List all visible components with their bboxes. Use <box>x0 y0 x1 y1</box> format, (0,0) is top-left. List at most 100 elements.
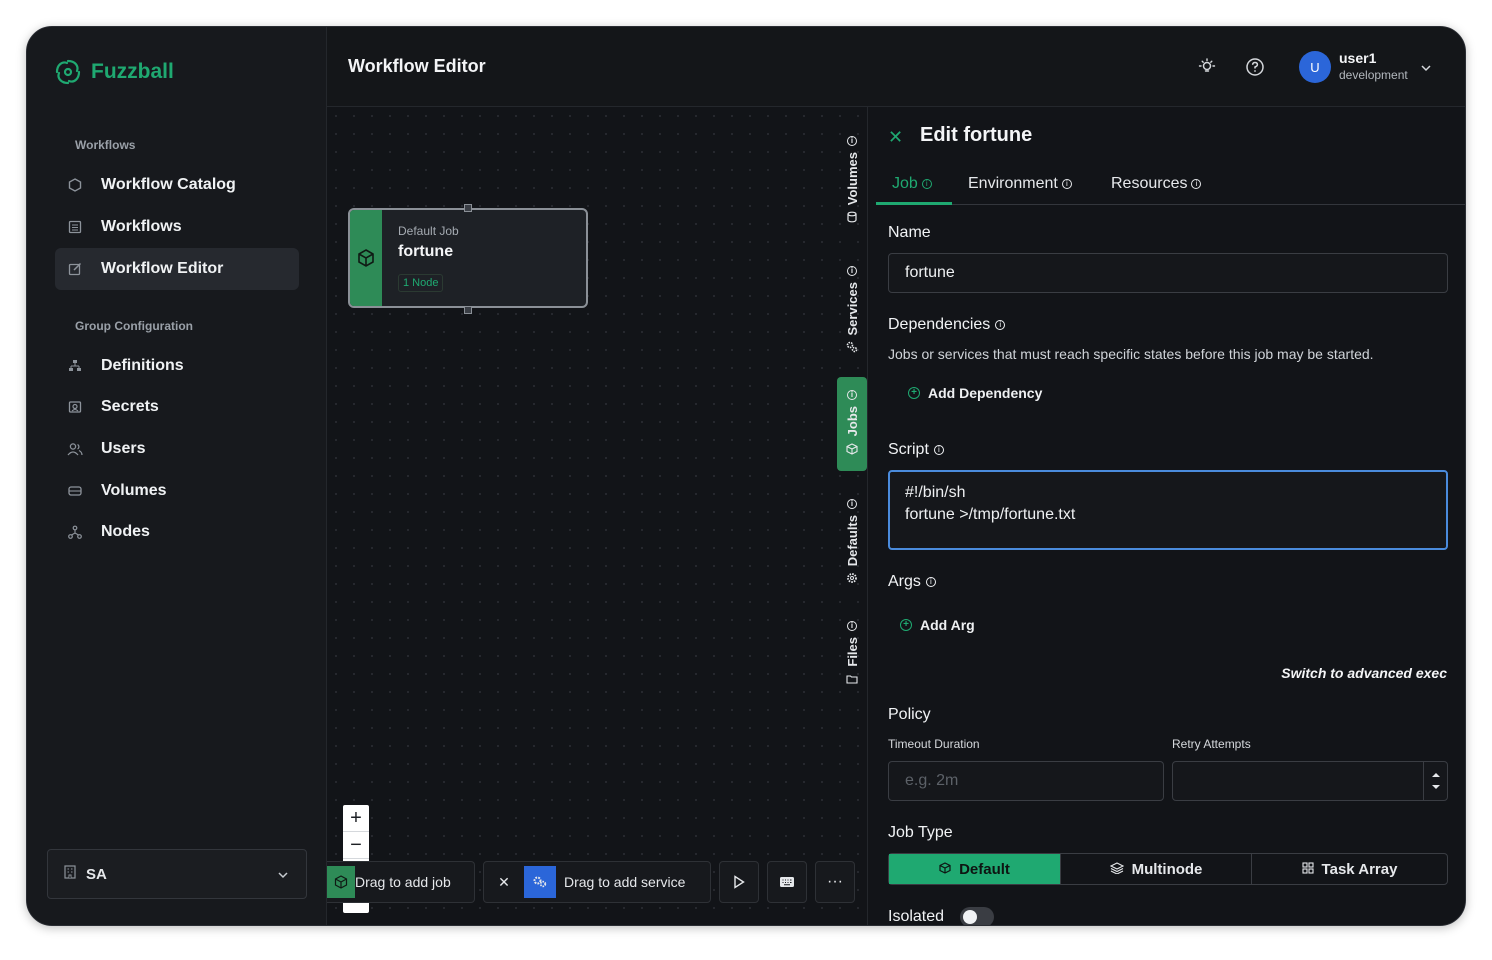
timeout-input[interactable]: e.g. 2m <box>888 761 1164 801</box>
run-button[interactable] <box>719 861 759 903</box>
job-type-default[interactable]: Default <box>889 854 1061 884</box>
tab-label: Resources <box>1111 175 1188 192</box>
job-type-task-array[interactable]: Task Array <box>1252 854 1447 884</box>
edit-panel: ✕ Edit fortune Job i Environment i Resou… <box>867 107 1465 925</box>
side-tab-label: Volumes <box>844 151 860 206</box>
side-tab-services[interactable]: i Services <box>837 259 867 363</box>
add-job-label: Drag to add job <box>355 874 451 890</box>
users-icon <box>67 441 83 457</box>
job-type-label: Job Type <box>888 824 953 841</box>
name-input[interactable]: fortune <box>888 253 1448 293</box>
side-tab-label: Files <box>844 636 860 667</box>
zoom-out-button[interactable]: − <box>343 832 369 859</box>
group-selector[interactable]: SA <box>47 849 307 899</box>
database-icon <box>846 211 858 226</box>
logo[interactable]: Fuzzball <box>53 57 174 87</box>
keyboard-button[interactable] <box>767 861 807 903</box>
sidebar-item-workflow-catalog[interactable]: Workflow Catalog <box>55 164 299 206</box>
side-tab-label: Jobs <box>844 406 860 437</box>
list-icon <box>67 219 83 235</box>
info-icon: i <box>1061 179 1072 189</box>
node-bottom-handle[interactable] <box>464 306 472 314</box>
side-tab-defaults[interactable]: i Defaults <box>837 491 867 595</box>
side-tab-jobs[interactable]: i Jobs <box>837 377 867 471</box>
side-tab-volumes[interactable]: i Volumes <box>837 129 867 233</box>
name-label: Name <box>888 224 931 241</box>
user-name[interactable]: user1 <box>1339 50 1376 66</box>
nodes-icon <box>67 524 83 540</box>
info-icon: i <box>847 390 857 401</box>
sidebar: Fuzzball Workflows Workflow Catalog Work… <box>27 27 327 925</box>
chevron-down-icon[interactable] <box>1421 59 1431 77</box>
section-title-group-configuration: Group Configuration <box>75 319 193 333</box>
sidebar-item-secrets[interactable]: Secrets <box>55 386 299 428</box>
number-stepper[interactable] <box>1423 762 1447 800</box>
drive-icon <box>67 483 83 499</box>
help-icon[interactable] <box>1245 57 1265 77</box>
node-count-badge: 1 Node <box>398 274 444 292</box>
secret-icon <box>67 399 83 415</box>
side-tab-label: Defaults <box>844 514 860 567</box>
isolated-toggle[interactable] <box>960 907 994 925</box>
add-dependency-button[interactable]: + Add Dependency <box>908 385 1042 401</box>
more-button[interactable]: ··· <box>815 861 855 903</box>
caret-up-icon[interactable] <box>1431 772 1441 778</box>
hexagon-icon <box>67 177 83 193</box>
info-icon: i <box>847 498 857 509</box>
tab-label: Environment <box>968 175 1058 192</box>
job-type-label: Task Array <box>1321 860 1398 878</box>
theme-toggle-icon[interactable] <box>1197 57 1217 77</box>
script-line: #!/bin/sh <box>905 484 966 501</box>
close-icon[interactable]: ✕ <box>888 127 903 148</box>
add-arg-label: Add Arg <box>920 617 975 633</box>
sidebar-item-workflows[interactable]: Workflows <box>55 206 299 248</box>
workflow-canvas[interactable]: Default Job fortune 1 Node + − <box>327 107 867 925</box>
top-header: Workflow Editor U user1 development <box>327 27 1465 107</box>
sidebar-item-definitions[interactable]: Definitions <box>55 345 299 387</box>
tab-label: Job <box>892 175 918 192</box>
sidebar-item-label: Nodes <box>101 523 150 540</box>
info-icon: i <box>995 320 1006 330</box>
side-tab-label: Services <box>844 281 860 336</box>
add-arg-button[interactable]: + Add Arg <box>900 617 975 633</box>
add-service-draggable[interactable]: ✕ Drag to add service <box>483 861 711 903</box>
sidebar-item-label: Users <box>101 440 146 457</box>
add-dependency-label: Add Dependency <box>928 385 1043 401</box>
building-icon <box>64 865 76 883</box>
group-selector-value: SA <box>86 865 107 883</box>
job-type-selector: Default Multinode Task Array <box>888 853 1448 885</box>
sidebar-item-label: Workflow Catalog <box>101 176 236 193</box>
sidebar-item-volumes[interactable]: Volumes <box>55 470 299 512</box>
tab-environment[interactable]: Environment i <box>968 175 1072 193</box>
folder-icon <box>846 672 858 687</box>
cube-icon <box>327 866 355 898</box>
script-textarea[interactable]: #!/bin/sh fortune >/tmp/fortune.txt <box>888 470 1448 550</box>
caret-down-icon[interactable] <box>1431 784 1441 790</box>
tab-job[interactable]: Job i <box>892 175 932 193</box>
tab-resources[interactable]: Resources i <box>1111 175 1202 193</box>
sidebar-item-label: Secrets <box>101 398 159 415</box>
sidebar-item-nodes[interactable]: Nodes <box>55 511 299 553</box>
avatar[interactable]: U <box>1299 51 1331 83</box>
sidebar-item-workflow-editor[interactable]: Workflow Editor <box>55 248 299 290</box>
close-icon[interactable]: ✕ <box>484 874 524 891</box>
node-name: fortune <box>398 243 454 260</box>
info-icon: i <box>847 135 857 146</box>
zoom-in-button[interactable]: + <box>343 805 369 832</box>
node-top-handle[interactable] <box>464 204 472 212</box>
advanced-exec-link[interactable]: Switch to advanced exec <box>1281 665 1447 681</box>
retry-input[interactable] <box>1172 761 1448 801</box>
page-title: Workflow Editor <box>348 56 486 76</box>
sidebar-item-label: Definitions <box>101 357 184 374</box>
add-job-draggable[interactable]: Drag to add job <box>327 861 475 903</box>
sidebar-item-label: Workflow Editor <box>101 260 224 277</box>
cube-icon <box>358 249 374 267</box>
sidebar-item-users[interactable]: Users <box>55 428 299 470</box>
side-tab-files[interactable]: i Files <box>837 617 867 691</box>
policy-label: Policy <box>888 706 931 723</box>
info-icon: i <box>847 620 857 631</box>
job-type-multinode[interactable]: Multinode <box>1061 854 1252 884</box>
layers-icon <box>1109 861 1124 878</box>
info-icon: i <box>921 179 932 189</box>
job-node-fortune[interactable]: Default Job fortune 1 Node <box>348 204 588 314</box>
